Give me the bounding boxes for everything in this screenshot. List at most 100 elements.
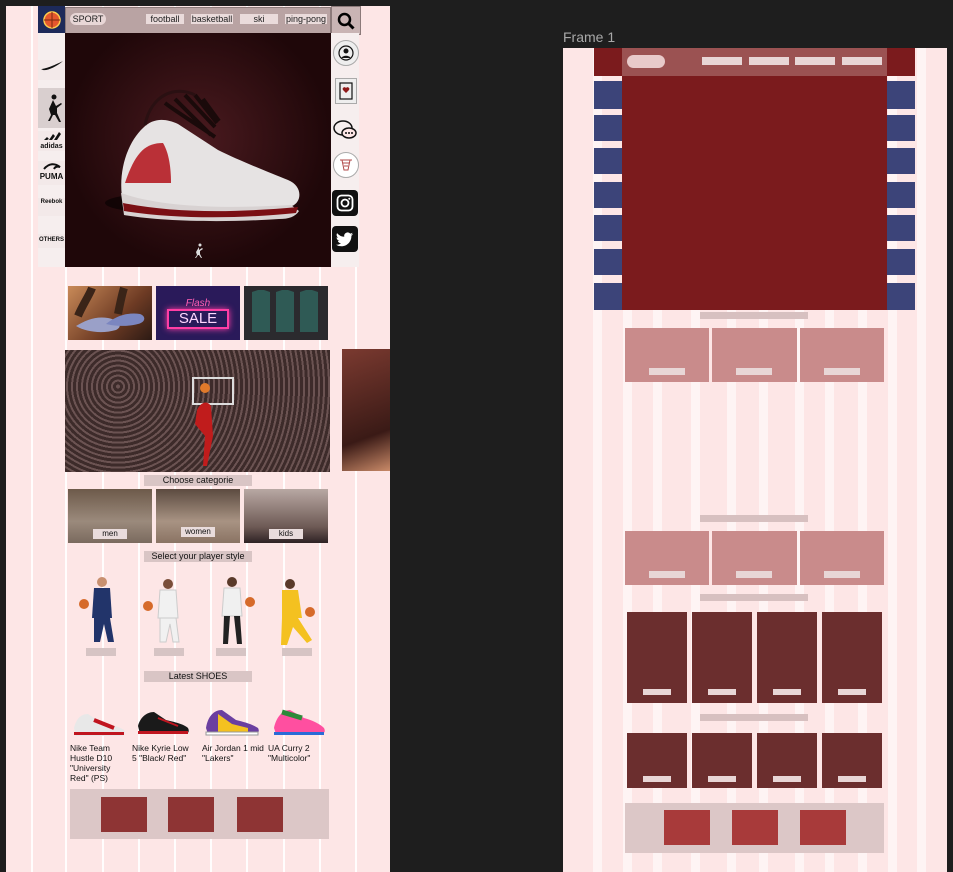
search-icon	[337, 12, 355, 30]
shoe-card-2[interactable]: Nike Kyrie Low 5 "Black/ Red"	[132, 706, 194, 776]
wf-nav-link-3	[795, 57, 835, 65]
shoe-image-3	[205, 710, 259, 736]
wf-right-tab-3	[887, 148, 915, 174]
wf-nav-link-4	[842, 57, 882, 65]
logo[interactable]	[38, 6, 65, 33]
wf-player-2	[692, 612, 752, 703]
wf-shoe-3	[757, 733, 817, 788]
category-label-men: men	[93, 529, 127, 539]
arena-banner[interactable]	[65, 350, 330, 472]
shoe-card-3[interactable]: Air Jordan 1 mid "Lakers"	[202, 706, 264, 776]
wf-left-tab-2	[594, 115, 622, 141]
puma-cat-icon	[42, 163, 61, 170]
wf-header-logo	[594, 48, 622, 76]
category-card-women[interactable]: women	[156, 489, 240, 543]
wf-header-search	[887, 48, 915, 76]
frame-title[interactable]: Frame 1	[563, 29, 615, 45]
arena-player-image	[192, 377, 234, 466]
wf-player-1	[627, 612, 687, 703]
wf-right-tab-6	[887, 249, 915, 275]
player-label-2	[154, 648, 184, 656]
brand-nike[interactable]	[38, 60, 65, 80]
nav-link-basketball[interactable]: basketball	[191, 14, 233, 24]
sport-ball-logo-icon	[42, 10, 61, 29]
wf-right-tab-7	[887, 283, 915, 310]
promo-shoes-image	[74, 286, 145, 333]
hero-banner[interactable]	[65, 33, 331, 267]
choose-category-heading: Choose categorie	[144, 475, 252, 486]
twitter-button[interactable]	[332, 226, 358, 252]
brand-label-puma: PUMA	[39, 172, 64, 181]
promo-tile-jerseys[interactable]	[244, 286, 328, 340]
latest-shoes-heading: Latest SHOES	[144, 671, 252, 682]
basketball-hoop-icon	[340, 159, 352, 171]
brand-pill[interactable]: SPORT	[70, 13, 106, 25]
wishlist-button[interactable]	[335, 78, 357, 104]
nav-link-ping-pong[interactable]: ping-pong	[285, 14, 327, 24]
player-card-1[interactable]	[72, 572, 130, 662]
brand-label-adidas: adidas	[40, 143, 63, 150]
brand-puma[interactable]: PUMA	[38, 161, 65, 185]
user-button[interactable]	[333, 40, 359, 66]
shoe-card-1[interactable]: Nike Team Hustle D10 "University Red" (P…	[70, 706, 130, 783]
wireframe-frame	[563, 48, 947, 872]
select-style-heading: Select your player style	[144, 551, 252, 562]
player-card-2[interactable]	[140, 572, 198, 662]
jordan-jumpman-icon	[47, 94, 62, 122]
footer-button-2[interactable]	[168, 797, 214, 832]
hoop-button[interactable]	[333, 152, 359, 178]
wf-shoe-1	[627, 733, 687, 788]
shoe-image-1	[74, 714, 125, 736]
category-card-kids[interactable]: kids	[244, 489, 328, 543]
wf-right-tab-1	[887, 81, 915, 109]
promo-tile-sale[interactable]: Flash SALE	[156, 286, 240, 340]
category-label-kids: kids	[269, 529, 303, 539]
nav-link-football[interactable]: football	[146, 14, 184, 24]
user-icon	[338, 45, 354, 61]
wf-left-tab-4	[594, 182, 622, 208]
brand-others[interactable]: OTHERS	[38, 234, 65, 248]
twitter-icon	[336, 232, 353, 247]
wf-right-tab-5	[887, 215, 915, 241]
wf-shoe-4	[822, 733, 882, 788]
player-card-4[interactable]	[268, 572, 326, 662]
wf-hero	[622, 76, 887, 310]
footer-button-3[interactable]	[237, 797, 283, 832]
wf-shoe-2	[692, 733, 752, 788]
player-card-3[interactable]	[202, 572, 260, 662]
footer-button-1[interactable]	[101, 797, 147, 832]
shoe-name-2: Nike Kyrie Low 5 "Black/ Red"	[132, 743, 189, 763]
sale-main-text: SALE	[166, 308, 230, 329]
wf-player-3	[757, 612, 817, 703]
wf-left-tab-3	[594, 148, 622, 174]
wf-left-tab-7	[594, 283, 622, 310]
player-label-1	[86, 648, 116, 656]
wf-section-label-4	[700, 714, 808, 721]
wf-nav-link-2	[749, 57, 789, 65]
wf-promo-2	[712, 328, 797, 382]
hero-sneaker-image	[105, 89, 300, 222]
shoe-card-4[interactable]: UA Curry 2 "Multicolor"	[268, 706, 330, 776]
chat-button[interactable]	[333, 118, 357, 142]
nav-link-ski[interactable]: ski	[240, 14, 278, 24]
chat-icon	[333, 120, 357, 139]
search-button[interactable]	[331, 6, 361, 35]
instagram-button[interactable]	[332, 190, 358, 216]
design-frame: SPORT football basketball ski ping-pong …	[6, 6, 390, 872]
wf-footer-button-2	[732, 810, 778, 845]
wf-nav-link-1	[702, 57, 742, 65]
brand-reebok[interactable]: Reebok	[38, 198, 65, 216]
adidas-stripes-icon	[43, 132, 61, 140]
wf-left-tab-1	[594, 81, 622, 109]
shoe-name-1: Nike Team Hustle D10 "University Red" (P…	[70, 743, 113, 783]
category-card-men[interactable]: men	[68, 489, 152, 543]
promo-tile-shoes[interactable]	[68, 286, 152, 340]
wf-promo-1	[625, 328, 709, 382]
brand-jordan[interactable]	[38, 88, 65, 128]
shoe-image-4	[274, 709, 325, 735]
shoe-name-4: UA Curry 2 "Multicolor"	[268, 743, 311, 763]
wf-category-2	[712, 531, 797, 585]
instagram-icon	[336, 194, 354, 212]
wf-section-label-2	[700, 515, 808, 522]
brand-adidas[interactable]: adidas	[38, 131, 65, 151]
